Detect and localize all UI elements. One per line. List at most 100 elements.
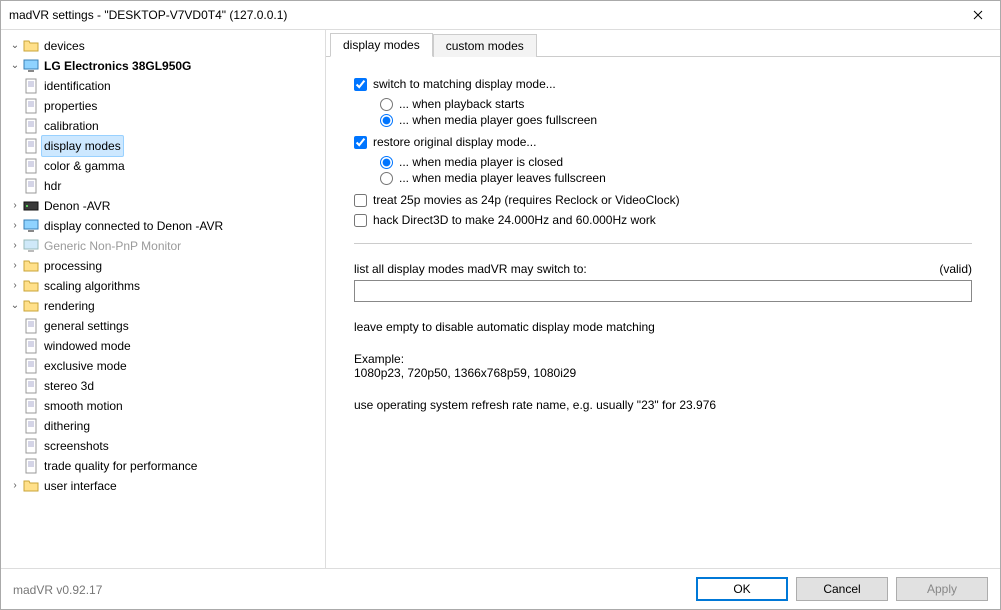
hint-leave-empty: leave empty to disable automatic display… (354, 320, 972, 334)
example-label: Example: (354, 352, 972, 366)
folder-icon (23, 298, 39, 314)
tree-label: color & gamma (42, 156, 127, 176)
tree-label: Generic Non-PnP Monitor (42, 236, 183, 256)
tree-item-display-modes[interactable]: display modes (9, 136, 325, 156)
chevron-right-icon[interactable]: › (9, 196, 21, 216)
tab-strip: display modes custom modes (326, 30, 1000, 57)
folder-icon (23, 478, 39, 494)
checkbox-label: treat 25p movies as 24p (requires Recloc… (373, 193, 680, 207)
tree-item-processing[interactable]: ›processing (9, 256, 325, 276)
modes-list-label: list all display modes madVR may switch … (354, 262, 587, 276)
tree-item-connected-denon[interactable]: › display connected to Denon -AVR (9, 216, 325, 236)
radio-input[interactable] (380, 98, 393, 111)
tree-item-user-interface[interactable]: ›user interface (9, 476, 325, 496)
window-title: madVR settings - "DESKTOP-V7VD0T4" (127.… (9, 8, 955, 22)
tree-item-lg[interactable]: ⌄ LG Electronics 38GL950G (9, 56, 325, 76)
chevron-right-icon[interactable]: › (9, 216, 21, 236)
tree-item-exclusive-mode[interactable]: exclusive mode (9, 356, 325, 376)
tab-display-modes[interactable]: display modes (330, 33, 433, 57)
tree-label: windowed mode (42, 336, 133, 356)
tree-item-identification[interactable]: identification (9, 76, 325, 96)
ok-button[interactable]: OK (696, 577, 788, 601)
checkbox-hack-d3d[interactable]: hack Direct3D to make 24.000Hz and 60.00… (354, 213, 972, 227)
tree-label: calibration (42, 116, 101, 136)
tree-label: rendering (42, 296, 97, 316)
chevron-right-icon[interactable]: › (9, 256, 21, 276)
button-bar: OK Cancel Apply (1, 568, 1000, 609)
tree-label: exclusive mode (42, 356, 129, 376)
divider (354, 243, 972, 244)
tree-item-stereo3d[interactable]: stereo 3d (9, 376, 325, 396)
chevron-right-icon[interactable]: › (9, 236, 21, 256)
modes-list-input[interactable] (354, 280, 972, 302)
tree-item-screenshots[interactable]: screenshots (9, 436, 325, 456)
apply-button[interactable]: Apply (896, 577, 988, 601)
nav-tree[interactable]: ⌄ devices ⌄ LG Electronics 38GL950G (1, 30, 326, 568)
tree-item-smooth-motion[interactable]: smooth motion (9, 396, 325, 416)
tree-item-general-settings[interactable]: general settings (9, 316, 325, 336)
tree-item-hdr[interactable]: hdr (9, 176, 325, 196)
version-label: madVR v0.92.17 (13, 583, 102, 597)
device-icon (23, 198, 39, 214)
settings-pane: switch to matching display mode... ... w… (326, 57, 1000, 568)
checkbox-switch-mode[interactable]: switch to matching display mode... (354, 77, 972, 91)
tree-label: display connected to Denon -AVR (42, 216, 225, 236)
example-values: 1080p23, 720p50, 1366x768p59, 1080i29 (354, 366, 972, 380)
radio-input[interactable] (380, 114, 393, 127)
checkbox-label: restore original display mode... (373, 135, 536, 149)
radio-when-closed[interactable]: ... when media player is closed (380, 155, 972, 169)
page-icon (23, 138, 39, 154)
radio-input[interactable] (380, 172, 393, 185)
page-icon (23, 338, 39, 354)
tree-label: Denon -AVR (42, 196, 112, 216)
checkbox-input[interactable] (354, 136, 367, 149)
folder-icon (23, 38, 39, 54)
checkbox-input[interactable] (354, 78, 367, 91)
page-icon (23, 418, 39, 434)
radio-label: ... when playback starts (399, 97, 524, 111)
tab-custom-modes[interactable]: custom modes (433, 34, 537, 57)
tree-item-rendering[interactable]: ⌄ rendering (9, 296, 325, 316)
tree-item-generic-monitor[interactable]: › Generic Non-PnP Monitor (9, 236, 325, 256)
tree-item-trade-quality[interactable]: trade quality for performance (9, 456, 325, 476)
tree-label: properties (42, 96, 99, 116)
checkbox-treat-25p[interactable]: treat 25p movies as 24p (requires Recloc… (354, 193, 972, 207)
page-icon (23, 98, 39, 114)
tree-item-denon[interactable]: › Denon -AVR (9, 196, 325, 216)
folder-icon (23, 258, 39, 274)
tree-item-scaling[interactable]: ›scaling algorithms (9, 276, 325, 296)
close-button[interactable] (955, 1, 1000, 29)
radio-label: ... when media player is closed (399, 155, 563, 169)
checkbox-label: switch to matching display mode... (373, 77, 556, 91)
modes-list-label-row: list all display modes madVR may switch … (354, 262, 972, 276)
radio-label: ... when media player goes fullscreen (399, 113, 597, 127)
tree-item-color-gamma[interactable]: color & gamma (9, 156, 325, 176)
tree-item-dithering[interactable]: dithering (9, 416, 325, 436)
cancel-button[interactable]: Cancel (796, 577, 888, 601)
monitor-icon (23, 218, 39, 234)
page-icon (23, 78, 39, 94)
radio-when-fullscreen[interactable]: ... when media player goes fullscreen (380, 113, 972, 127)
tree-label: stereo 3d (42, 376, 96, 396)
tree-item-windowed-mode[interactable]: windowed mode (9, 336, 325, 356)
chevron-down-icon[interactable]: ⌄ (9, 36, 21, 56)
tree-item-calibration[interactable]: calibration (9, 116, 325, 136)
tree-item-properties[interactable]: properties (9, 96, 325, 116)
monitor-icon (23, 238, 39, 254)
checkbox-input[interactable] (354, 214, 367, 227)
tree-label: hdr (42, 176, 63, 196)
page-icon (23, 118, 39, 134)
radio-input[interactable] (380, 156, 393, 169)
checkbox-input[interactable] (354, 194, 367, 207)
chevron-down-icon[interactable]: ⌄ (9, 56, 21, 76)
chevron-right-icon[interactable]: › (9, 476, 21, 496)
chevron-right-icon[interactable]: › (9, 276, 21, 296)
tree-label-selected: display modes (41, 135, 124, 157)
radio-when-leaves-fullscreen[interactable]: ... when media player leaves fullscreen (380, 171, 972, 185)
chevron-down-icon[interactable]: ⌄ (9, 296, 21, 316)
radio-when-playback-starts[interactable]: ... when playback starts (380, 97, 972, 111)
tree-item-devices[interactable]: ⌄ devices (9, 36, 325, 56)
tree-label: general settings (42, 316, 131, 336)
checkbox-restore-mode[interactable]: restore original display mode... (354, 135, 972, 149)
page-icon (23, 378, 39, 394)
